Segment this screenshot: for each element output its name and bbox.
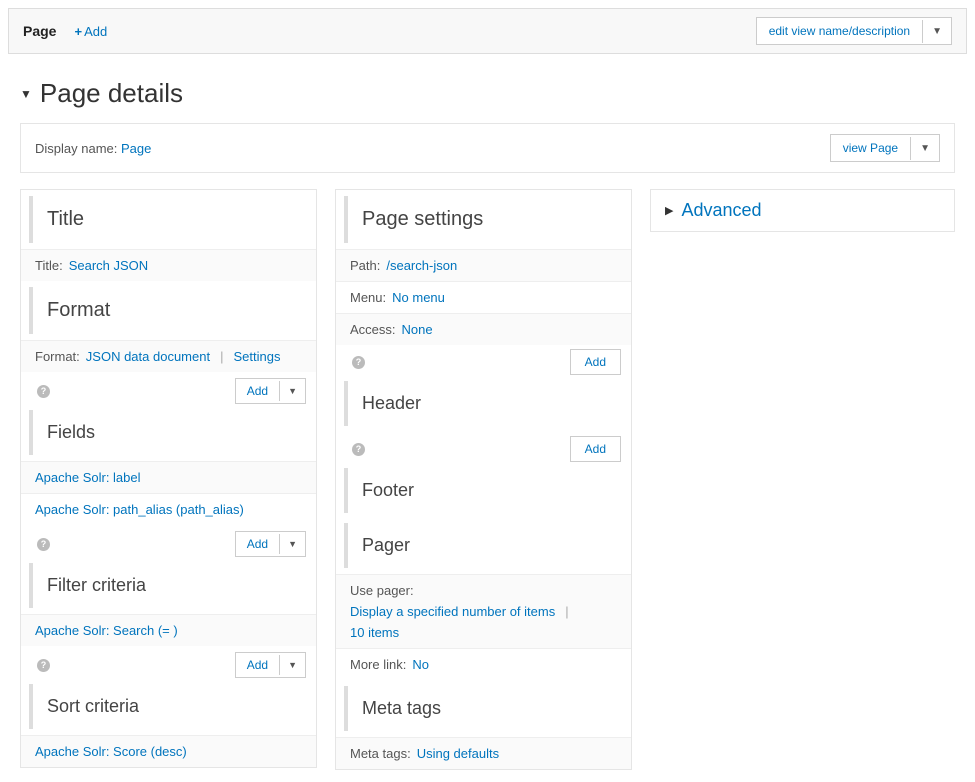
field-item[interactable]: Apache Solr: label xyxy=(35,470,141,485)
chevron-down-icon[interactable]: ▼ xyxy=(922,20,951,43)
display-name-row: Display name: Page view Page ▼ xyxy=(20,123,955,173)
sort-row: Apache Solr: Score (desc) xyxy=(21,735,316,767)
section-format: Format xyxy=(29,287,308,334)
path-row: Path: /search-json xyxy=(336,249,631,281)
tabs-left: Page + Add xyxy=(23,23,107,39)
chevron-down-icon[interactable]: ▼ xyxy=(910,137,939,160)
edit-view-name-button[interactable]: edit view name/description ▼ xyxy=(756,17,952,45)
pipe-separator: | xyxy=(220,349,223,364)
meta-row: Meta tags: Using defaults xyxy=(336,737,631,769)
help-icon[interactable]: ? xyxy=(37,659,50,672)
display-name-value[interactable]: Page xyxy=(121,141,151,156)
section-meta: Meta tags xyxy=(344,686,623,731)
column-left: Title Title: Search JSON Format Format: … xyxy=(20,189,317,768)
fields-add-row: ? Add ▼ xyxy=(21,372,316,404)
caret-down-icon: ▼ xyxy=(20,87,32,101)
columns: Title Title: Search JSON Format Format: … xyxy=(20,189,955,770)
help-icon[interactable]: ? xyxy=(352,443,365,456)
menu-value[interactable]: No menu xyxy=(392,290,445,305)
plus-icon: + xyxy=(74,24,82,39)
path-value[interactable]: /search-json xyxy=(386,258,457,273)
sort-item[interactable]: Apache Solr: Score (desc) xyxy=(35,744,187,759)
footer-add-label: Add xyxy=(571,437,620,461)
column-middle: Page settings Path: /search-json Menu: N… xyxy=(335,189,632,770)
display-tabs-bar: Page + Add edit view name/description ▼ xyxy=(8,8,967,54)
page-details-heading[interactable]: ▼ Page details xyxy=(20,78,955,109)
column-right: ▶ Advanced xyxy=(650,189,955,232)
meta-value[interactable]: Using defaults xyxy=(417,746,499,761)
access-value[interactable]: None xyxy=(402,322,433,337)
help-icon[interactable]: ? xyxy=(352,356,365,369)
title-row: Title: Search JSON xyxy=(21,249,316,281)
filter-add-label: Add xyxy=(236,532,279,556)
access-label: Access: xyxy=(350,322,396,337)
section-fields: Fields xyxy=(29,410,308,455)
edit-view-name-label: edit view name/description xyxy=(757,18,922,44)
more-link-label: More link: xyxy=(350,657,406,672)
page-details-heading-text: Page details xyxy=(40,78,183,109)
footer-add-button[interactable]: Add xyxy=(570,436,621,462)
section-pager: Pager xyxy=(344,523,623,568)
sort-add-row: ? Add ▼ xyxy=(21,646,316,678)
menu-row: Menu: No menu xyxy=(336,281,631,313)
chevron-down-icon[interactable]: ▼ xyxy=(279,381,305,401)
field-item[interactable]: Apache Solr: path_alias (path_alias) xyxy=(35,502,244,517)
add-display-link[interactable]: + Add xyxy=(74,24,107,39)
footer-add-row: ? Add xyxy=(336,432,631,462)
use-pager-value[interactable]: Display a specified number of items xyxy=(350,604,555,619)
section-title: Title xyxy=(29,196,308,243)
title-value[interactable]: Search JSON xyxy=(69,258,148,273)
field-row: Apache Solr: path_alias (path_alias) xyxy=(21,493,316,525)
view-page-label: view Page xyxy=(831,135,910,161)
fields-add-label: Add xyxy=(236,379,279,403)
header-add-button[interactable]: Add xyxy=(570,349,621,375)
section-header: Header xyxy=(344,381,623,426)
display-name-left: Display name: Page xyxy=(35,141,151,156)
format-row: Format: JSON data document | Settings xyxy=(21,340,316,372)
path-label: Path: xyxy=(350,258,380,273)
header-add-label: Add xyxy=(571,350,620,374)
advanced-toggle[interactable]: ▶ Advanced xyxy=(650,189,955,232)
help-icon[interactable]: ? xyxy=(37,385,50,398)
format-value[interactable]: JSON data document xyxy=(86,349,210,364)
format-settings-link[interactable]: Settings xyxy=(233,349,280,364)
section-sort: Sort criteria xyxy=(29,684,308,729)
use-pager-label: Use pager: xyxy=(350,583,414,598)
section-page-settings: Page settings xyxy=(344,196,623,243)
add-display-label: Add xyxy=(84,24,107,39)
more-link-value[interactable]: No xyxy=(412,657,429,672)
section-filter: Filter criteria xyxy=(29,563,308,608)
title-label: Title: xyxy=(35,258,63,273)
view-page-button[interactable]: view Page ▼ xyxy=(830,134,940,162)
filter-row: Apache Solr: Search (= ) xyxy=(21,614,316,646)
tab-page[interactable]: Page xyxy=(23,23,56,39)
display-name-label: Display name: xyxy=(35,141,117,156)
chevron-down-icon[interactable]: ▼ xyxy=(279,655,305,675)
filter-add-button[interactable]: Add ▼ xyxy=(235,531,306,557)
use-pager-row: Use pager: Display a specified number of… xyxy=(336,574,631,648)
meta-label: Meta tags: xyxy=(350,746,411,761)
sort-add-button[interactable]: Add ▼ xyxy=(235,652,306,678)
menu-label: Menu: xyxy=(350,290,386,305)
header-add-row: ? Add xyxy=(336,345,631,375)
format-label: Format: xyxy=(35,349,80,364)
filter-item[interactable]: Apache Solr: Search (= ) xyxy=(35,623,178,638)
main-content: ▼ Page details Display name: Page view P… xyxy=(0,54,975,782)
pipe-separator: | xyxy=(565,604,568,619)
access-row: Access: None xyxy=(336,313,631,345)
caret-right-icon: ▶ xyxy=(665,204,673,217)
pager-items-link[interactable]: 10 items xyxy=(350,625,399,640)
chevron-down-icon[interactable]: ▼ xyxy=(279,534,305,554)
field-row: Apache Solr: label xyxy=(21,461,316,493)
section-footer: Footer xyxy=(344,468,623,513)
advanced-label: Advanced xyxy=(681,200,761,221)
sort-add-label: Add xyxy=(236,653,279,677)
more-link-row: More link: No xyxy=(336,648,631,680)
fields-add-button[interactable]: Add ▼ xyxy=(235,378,306,404)
help-icon[interactable]: ? xyxy=(37,538,50,551)
filter-add-row: ? Add ▼ xyxy=(21,525,316,557)
